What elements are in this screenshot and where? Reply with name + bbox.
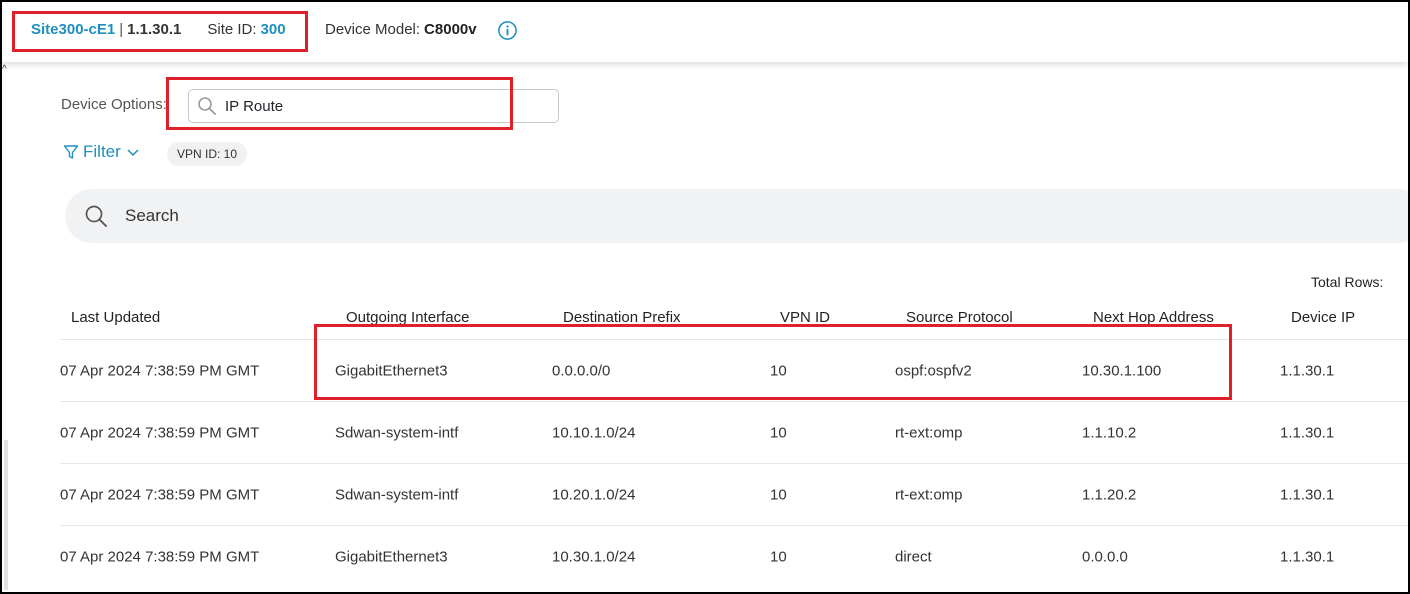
search-input[interactable]: Search (65, 189, 1410, 243)
cell-next-hop-address: 1.1.10.2 (1082, 424, 1137, 441)
cell-next-hop-address: 1.1.20.2 (1082, 486, 1137, 503)
cell-outgoing-interface: GigabitEthernet3 (335, 548, 448, 566)
table-row[interactable]: 07 Apr 2024 7:38:59 PM GMT Sdwan-system-… (60, 402, 1410, 464)
device-options-label: Device Options: (61, 96, 167, 113)
cell-vpn-id: 10 (770, 486, 787, 503)
filter-button[interactable]: Filter (63, 142, 143, 162)
chevron-down-icon (127, 149, 139, 157)
column-header-vpn-id[interactable]: VPN ID (780, 309, 830, 326)
device-model-label: Device Model: (325, 21, 421, 38)
column-header-device-ip[interactable]: Device IP (1291, 309, 1355, 326)
cell-outgoing-interface: GigabitEthernet3 (335, 362, 448, 379)
system-ip: 1.1.30.1 (127, 21, 182, 38)
cell-vpn-id: 10 (770, 362, 787, 379)
cell-device-ip: 1.1.30.1 (1280, 424, 1335, 441)
site-id-label: Site ID: (207, 21, 257, 38)
search-placeholder: Search (125, 206, 179, 225)
site-info: Site300-cE1 | 1.1.30.1 Site ID: 300 (31, 21, 286, 38)
filter-label: Filter (83, 142, 121, 161)
vpn-id-filter-chip[interactable]: VPN ID: 10 (167, 142, 248, 166)
column-header-outgoing-interface[interactable]: Outgoing Interface (346, 309, 469, 326)
cell-vpn-id: 10 (770, 424, 787, 441)
cell-source-protocol: direct (895, 548, 932, 566)
cell-source-protocol: rt-ext:omp (895, 486, 963, 503)
cell-source-protocol: rt-ext:omp (895, 424, 963, 441)
cell-destination-prefix: 0.0.0.0/0 (552, 362, 611, 379)
site-id-value[interactable]: 300 (261, 21, 286, 38)
cell-destination-prefix: 10.20.1.0/24 (552, 486, 636, 503)
total-rows: Total Rows: (1311, 274, 1384, 290)
funnel-icon (63, 145, 79, 159)
table-row[interactable]: 07 Apr 2024 7:38:59 PM GMT GigabitEthern… (60, 526, 1410, 588)
device-model-value: C8000v (424, 21, 477, 38)
cell-last-updated: 07 Apr 2024 7:38:59 PM GMT (60, 548, 260, 566)
column-header-last-updated[interactable]: Last Updated (71, 309, 160, 326)
left-scrollbar[interactable] (4, 440, 8, 590)
search-icon (85, 205, 107, 227)
cell-device-ip: 1.1.30.1 (1280, 548, 1335, 566)
device-options-value: IP Route (225, 97, 284, 115)
cell-vpn-id: 10 (770, 548, 787, 566)
cell-next-hop-address: 10.30.1.100 (1082, 362, 1162, 379)
header-separator: | (119, 21, 124, 38)
cell-outgoing-interface: Sdwan-system-intf (335, 424, 459, 441)
cell-last-updated: 07 Apr 2024 7:38:59 PM GMT (60, 362, 260, 379)
search-icon (198, 97, 216, 115)
collapse-caret-icon[interactable]: ^ (2, 64, 7, 75)
cell-last-updated: 07 Apr 2024 7:38:59 PM GMT (60, 424, 260, 441)
table-row[interactable]: 07 Apr 2024 7:38:59 PM GMT Sdwan-system-… (60, 464, 1410, 526)
cell-next-hop-address: 0.0.0.0 (1082, 548, 1128, 566)
site-name-link[interactable]: Site300-cE1 (31, 21, 115, 38)
device-model: Device Model: C8000v (325, 21, 477, 38)
cell-source-protocol: ospf:ospfv2 (895, 362, 972, 379)
column-header-destination-prefix[interactable]: Destination Prefix (563, 309, 681, 326)
column-header-next-hop-address[interactable]: Next Hop Address (1093, 309, 1214, 326)
cell-device-ip: 1.1.30.1 (1280, 362, 1335, 379)
device-options-select[interactable]: IP Route (188, 89, 559, 123)
table-row[interactable]: 07 Apr 2024 7:38:59 PM GMT GigabitEthern… (60, 340, 1410, 402)
column-header-source-protocol[interactable]: Source Protocol (906, 309, 1013, 326)
device-header: Site300-cE1 | 1.1.30.1 Site ID: 300 Devi… (2, 2, 1408, 62)
cell-destination-prefix: 10.30.1.0/24 (552, 548, 636, 566)
cell-destination-prefix: 10.10.1.0/24 (552, 424, 636, 441)
info-circle-icon[interactable] (497, 20, 518, 41)
cell-last-updated: 07 Apr 2024 7:38:59 PM GMT (60, 486, 260, 503)
cell-outgoing-interface: Sdwan-system-intf (335, 486, 459, 503)
cell-device-ip: 1.1.30.1 (1280, 486, 1335, 503)
